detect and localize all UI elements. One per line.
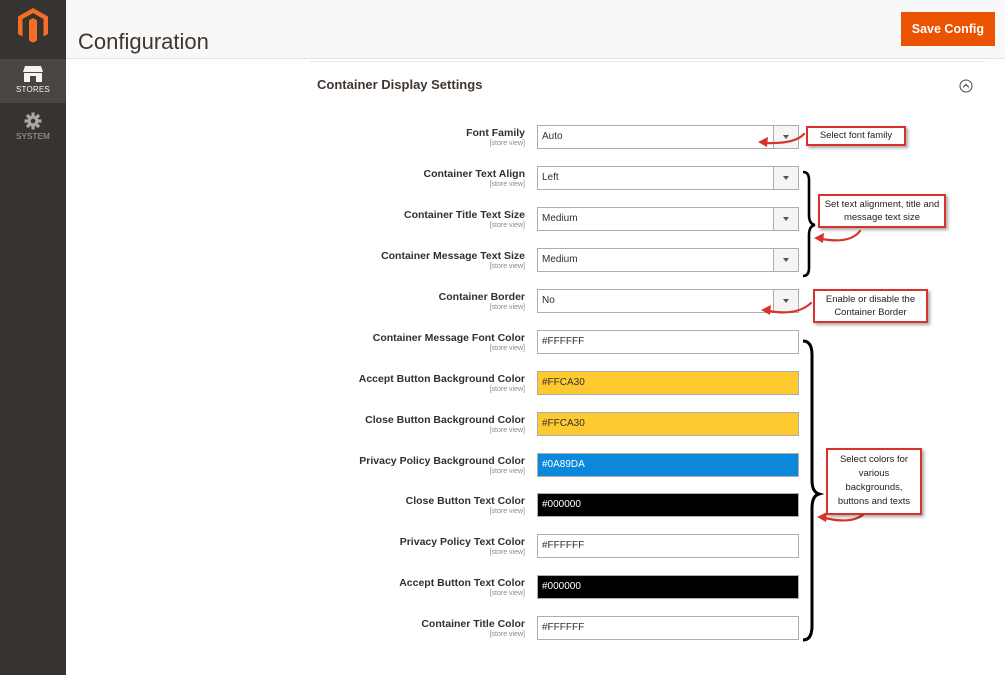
field-row-title-color: Container Title Color [store view] #FFFFF…	[300, 616, 810, 650]
field-label: Accept Button Text Color [store view]	[399, 577, 525, 597]
field-row-message-text-size: Container Message Text Size [store view] …	[300, 248, 810, 282]
field-row-accept-bg-color: Accept Button Background Color [store vie…	[300, 371, 810, 405]
section-title[interactable]: Container Display Settings	[317, 77, 482, 92]
field-row-font-family: Font Family [store view] Auto	[300, 125, 810, 159]
field-row-container-border: Container Border [store view] No	[300, 289, 810, 323]
field-label: Container Title Color [store view]	[421, 618, 525, 638]
field-label: Container Text Align [store view]	[423, 168, 525, 188]
field-row-privacy-text-color: Privacy Policy Text Color [store view] #F…	[300, 534, 810, 568]
message-font-color-input[interactable]: #FFFFFF	[537, 330, 799, 354]
field-label: Container Message Text Size [store view]	[381, 250, 525, 270]
arrow-alignment	[820, 229, 862, 242]
field-label: Accept Button Background Color [store vie…	[358, 373, 525, 393]
page-title: Configuration	[78, 28, 209, 54]
accept-button-bg-color-input[interactable]: #FFCA30	[537, 371, 799, 395]
text-align-select[interactable]: Left	[537, 166, 799, 190]
save-config-button[interactable]: Save Config	[900, 12, 995, 46]
note-alignment: Set text alignment, title and message te…	[818, 194, 946, 228]
field-label: Privacy Policy Text Color [store view]	[399, 536, 525, 556]
close-button-text-color-input[interactable]: #000000	[537, 493, 799, 517]
magento-logo[interactable]	[15, 6, 51, 44]
privacy-policy-bg-color-input[interactable]: #0A89DA	[537, 453, 799, 477]
field-row-message-font-color: Container Message Font Color [store view]…	[300, 330, 810, 364]
chevron-down-icon[interactable]	[773, 208, 798, 230]
field-row-accept-text-color: Accept Button Text Color [store view] #00…	[300, 575, 810, 609]
sidebar-item-stores[interactable]: STORES	[0, 59, 66, 103]
admin-sidebar: STORES SYSTEM	[0, 0, 66, 675]
field-label: Font Family [store view]	[466, 127, 525, 147]
title-text-size-select[interactable]: Medium	[537, 207, 799, 231]
note-colors: Select colors for various backgrounds, b…	[826, 448, 922, 515]
page-header: Configuration Save Config	[66, 0, 1005, 59]
field-label: Privacy Policy Background Color [store vi…	[359, 455, 525, 475]
note-border: Enable or disable the Container Border	[813, 289, 928, 323]
field-label: Container Border [store view]	[438, 291, 525, 311]
field-label: Close Button Background Color [store view…	[365, 414, 525, 434]
collapse-icon[interactable]	[959, 79, 973, 93]
field-label: Container Message Font Color [store view]	[372, 332, 525, 352]
field-label: Container Title Text Size [store view]	[404, 209, 525, 229]
store-icon	[23, 66, 43, 82]
field-row-text-align: Container Text Align [store view] Left	[300, 166, 810, 200]
chevron-down-icon[interactable]	[773, 249, 798, 271]
gear-icon	[24, 112, 42, 130]
font-family-select[interactable]: Auto	[537, 125, 799, 149]
section-divider	[310, 61, 985, 62]
chevron-down-icon[interactable]	[773, 167, 798, 189]
field-row-close-text-color: Close Button Text Color [store view] #000…	[300, 493, 810, 527]
message-text-size-select[interactable]: Medium	[537, 248, 799, 272]
field-label: Close Button Text Color [store view]	[405, 495, 525, 515]
chevron-down-icon[interactable]	[773, 290, 798, 312]
container-border-select[interactable]: No	[537, 289, 799, 313]
sidebar-item-system[interactable]: SYSTEM	[0, 106, 66, 151]
privacy-policy-text-color-input[interactable]: #FFFFFF	[537, 534, 799, 558]
close-button-bg-color-input[interactable]: #FFCA30	[537, 412, 799, 436]
sidebar-item-label: STORES	[16, 85, 50, 94]
container-title-color-input[interactable]: #FFFFFF	[537, 616, 799, 640]
sidebar-item-label: SYSTEM	[15, 132, 51, 141]
chevron-down-icon[interactable]	[773, 126, 798, 148]
field-row-title-text-size: Container Title Text Size [store view] Me…	[300, 207, 810, 241]
note-font-family: Select font family	[806, 126, 906, 146]
accept-button-text-color-input[interactable]: #000000	[537, 575, 799, 599]
field-row-privacy-bg-color: Privacy Policy Background Color [store vi…	[300, 453, 810, 487]
field-row-close-bg-color: Close Button Background Color [store view…	[300, 412, 810, 446]
